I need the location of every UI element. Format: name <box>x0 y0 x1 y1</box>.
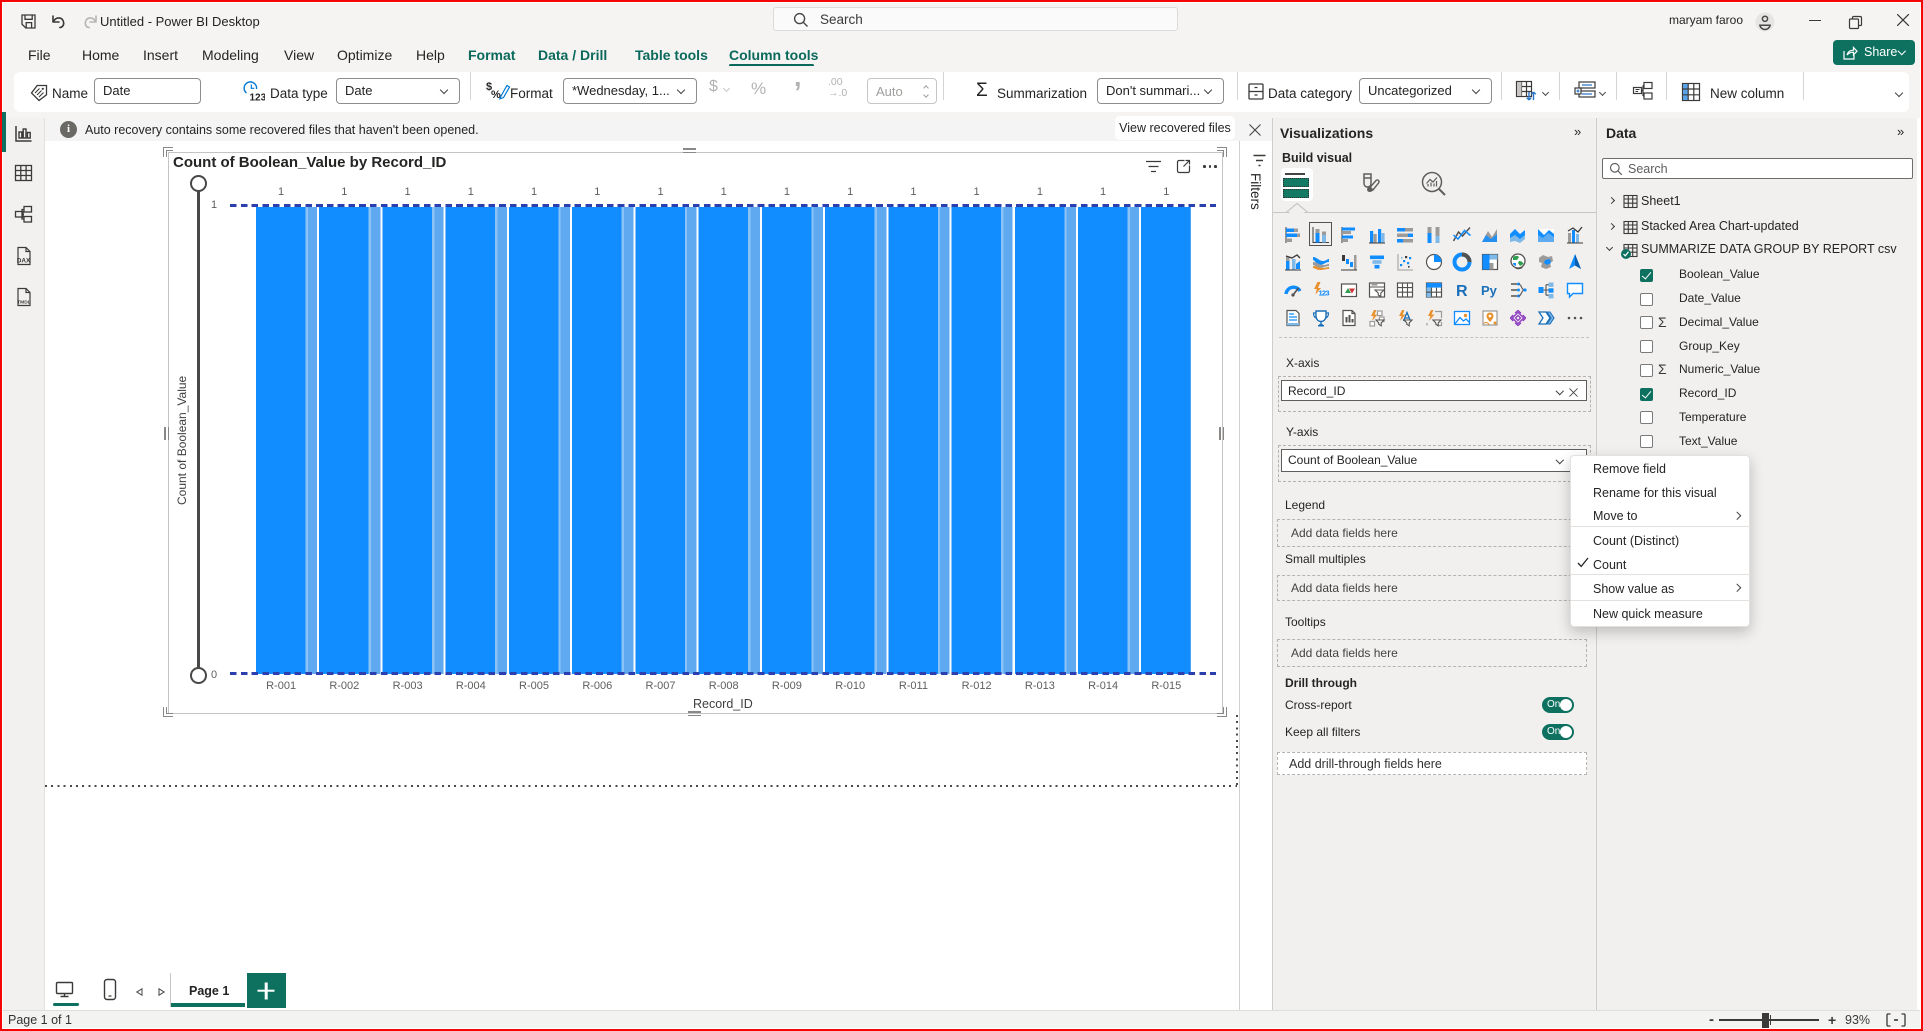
svg-text:TMDL: TMDL <box>17 300 31 306</box>
svg-text:123: 123 <box>250 93 266 104</box>
svg-text:123: 123 <box>1318 288 1329 297</box>
svg-text:R: R <box>1456 283 1468 300</box>
svg-text:DAX: DAX <box>17 258 31 265</box>
svg-text:Py: Py <box>1481 283 1498 298</box>
